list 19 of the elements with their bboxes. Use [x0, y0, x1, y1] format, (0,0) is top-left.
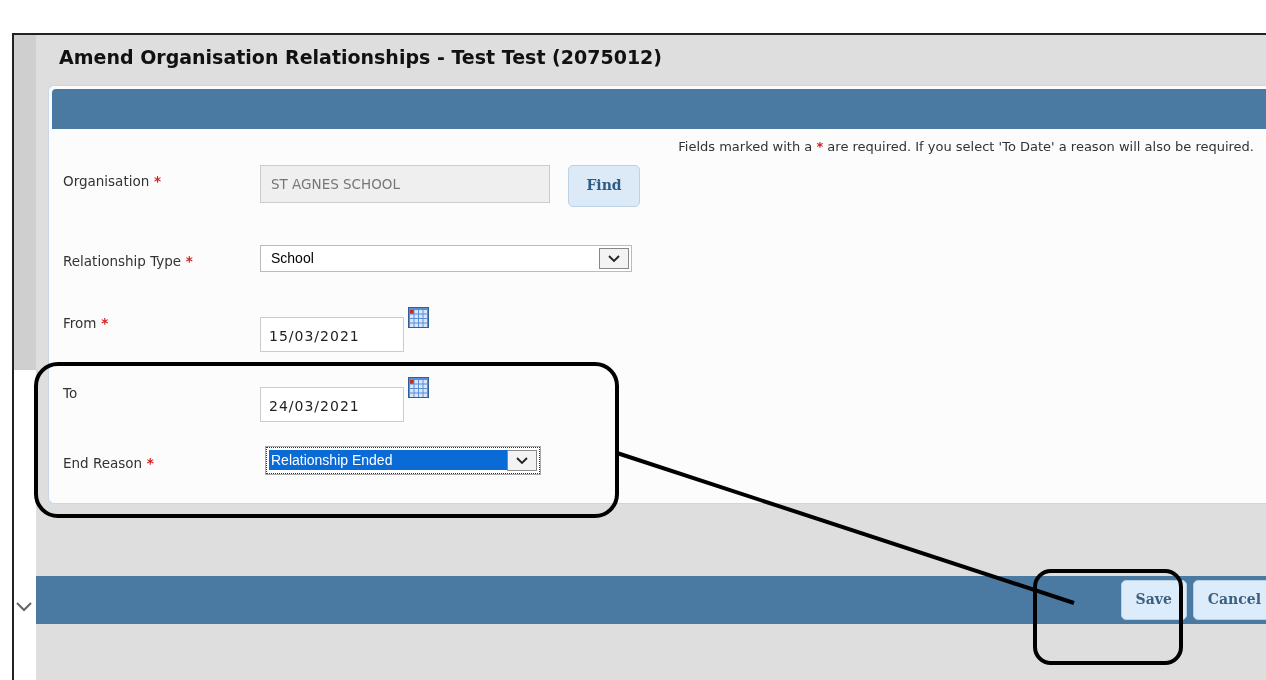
footer-button[interactable]: Cancel — [1192, 579, 1266, 620]
chevron-down-icon[interactable] — [16, 602, 32, 612]
date-field[interactable]: 15/03/2021 — [260, 316, 404, 352]
dropdown-field[interactable]: Relationship Ended — [266, 446, 540, 474]
calendar-icon[interactable] — [408, 306, 429, 328]
dropdown-field[interactable]: School — [260, 244, 632, 272]
footer-button[interactable]: Save — [1120, 579, 1187, 620]
field-label: Relationship Type * — [63, 251, 194, 271]
caret-icon — [607, 253, 621, 263]
caret-icon — [515, 455, 529, 465]
calendar-icon[interactable] — [408, 376, 429, 398]
date-field[interactable]: 24/03/2021 — [260, 386, 404, 422]
field-label: Organisation * — [63, 171, 163, 191]
dialog-title: Amend Organisation Relationships - Test Test (2075012) — [58, 45, 663, 70]
required-fields-note: Fields marked with a * are required. If you select 'To Date' a reason will also be required. — [678, 139, 1254, 154]
field-label: From * — [63, 313, 110, 333]
field-label: End Reason * — [63, 453, 155, 473]
field-label: To — [63, 383, 79, 403]
find-button[interactable]: Find — [568, 164, 640, 207]
